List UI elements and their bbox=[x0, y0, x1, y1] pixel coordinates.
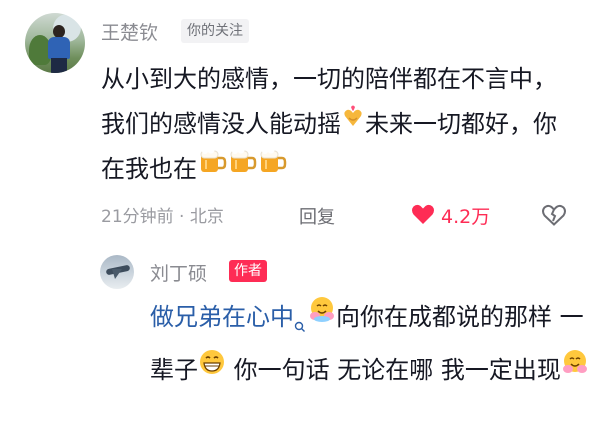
beer-mug-emoji-icon-3 bbox=[257, 145, 287, 190]
comment-text: 从小到大的感情，一切的陪伴都在不言中，我们的感情没人能动摇 未来一切都好，你在我也… bbox=[101, 57, 571, 192]
reply-highlight-link[interactable]: 做兄弟在心中 bbox=[150, 303, 294, 331]
beer-mug-emoji-icon-1 bbox=[197, 145, 227, 190]
reply-text: 做兄弟在心中 向你在成都说的那样 一辈子 你一句话 无论在哪 我一定出现 bbox=[150, 295, 590, 393]
heart-filled-icon bbox=[411, 203, 435, 229]
grin-emoji-icon bbox=[198, 346, 226, 391]
beer-mug-emoji-icon-2 bbox=[227, 145, 257, 190]
author-badge: 作者 bbox=[229, 260, 267, 282]
like-button[interactable]: 4.2万 bbox=[411, 202, 490, 229]
user-avatar[interactable] bbox=[25, 13, 85, 73]
comment-username[interactable]: 王楚钦 bbox=[101, 18, 158, 45]
hug-emoji-icon-2 bbox=[561, 346, 589, 391]
author-avatar[interactable] bbox=[100, 255, 134, 289]
reply-button[interactable]: 回复 bbox=[299, 203, 335, 229]
reply-text-part3: 你一句话 无论在哪 我一定出现 bbox=[226, 356, 561, 384]
search-icon[interactable] bbox=[294, 303, 306, 348]
comment-time-location: 21分钟前 · 北京 bbox=[101, 207, 224, 227]
like-count: 4.2万 bbox=[441, 206, 491, 228]
follow-badge: 你的关注 bbox=[181, 19, 249, 43]
hug-emoji-icon bbox=[308, 293, 336, 338]
broken-heart-icon[interactable] bbox=[541, 204, 567, 230]
reply-username[interactable]: 刘丁硕 bbox=[150, 259, 207, 286]
heart-hands-emoji-icon bbox=[341, 100, 365, 145]
